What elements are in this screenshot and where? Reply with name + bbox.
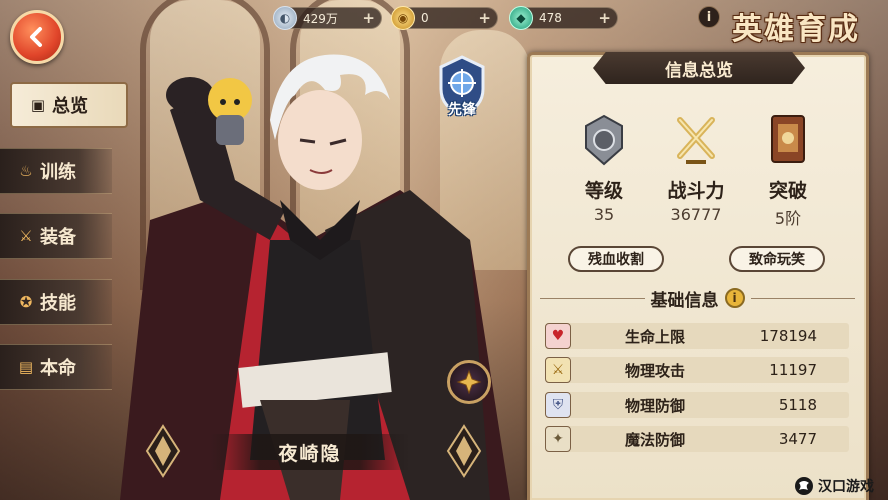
stat-level-value: 35 bbox=[593, 205, 615, 224]
watermark-logo-icon bbox=[795, 477, 813, 495]
nameplate-ornament-left-icon bbox=[145, 424, 181, 478]
base-info-header: 基础信息 i bbox=[540, 285, 855, 311]
tab-skills[interactable]: ✪ 技能 bbox=[0, 279, 112, 325]
stat-level: 等级 35 bbox=[559, 112, 649, 224]
back-button[interactable] bbox=[10, 10, 64, 64]
currency-silver: ◐ 429万 + bbox=[273, 6, 382, 30]
add-silver-button[interactable]: + bbox=[362, 9, 375, 27]
skill-tag-1[interactable]: 残血收割 bbox=[568, 246, 664, 272]
attribute-value: 178194 bbox=[759, 327, 817, 345]
stat-breakthrough: 突破 5阶 bbox=[743, 112, 833, 229]
info-panel-title: 信息总览 bbox=[593, 52, 805, 84]
destiny-emblem-icon[interactable] bbox=[447, 360, 491, 404]
sword-icon: ⚔ bbox=[19, 227, 33, 245]
tab-destiny-label: 本命 bbox=[40, 358, 76, 379]
base-info-help-icon[interactable]: i bbox=[724, 288, 745, 308]
watermark: 汉口游戏 bbox=[794, 472, 888, 500]
attribute-name: 魔法防御 bbox=[625, 430, 686, 449]
hero-class-label: 先锋 bbox=[448, 102, 476, 118]
tab-overview[interactable]: ▣ 总览 bbox=[10, 82, 128, 128]
physical-attack-icon: ⚔ bbox=[545, 357, 571, 383]
attribute-value: 5118 bbox=[778, 396, 817, 414]
stat-breakthrough-value: 5阶 bbox=[774, 209, 802, 228]
watermark-text: 汉口游戏 bbox=[818, 479, 874, 495]
base-info-title: 基础信息 bbox=[650, 290, 719, 311]
crossed-swords-icon bbox=[677, 117, 715, 164]
currency-gold-value: 0 bbox=[421, 11, 429, 25]
overview-icon: ▣ bbox=[30, 96, 46, 114]
star-icon: ✪ bbox=[19, 293, 33, 311]
stat-power-label: 战斗力 bbox=[667, 180, 725, 202]
info-button[interactable]: i bbox=[698, 6, 720, 28]
stat-power: 战斗力 36777 bbox=[651, 112, 741, 224]
divider bbox=[540, 297, 645, 299]
tab-skills-label: 技能 bbox=[40, 293, 76, 314]
tab-equipment-label: 装备 bbox=[40, 227, 76, 248]
flame-icon: ♨ bbox=[19, 162, 33, 180]
attribute-row-physical-attack: ⚔ 物理攻击 11197 bbox=[545, 357, 849, 383]
page-title: 英雄育成 bbox=[732, 12, 860, 47]
gold-coin-icon: ◉ bbox=[391, 6, 415, 30]
attribute-value: 3477 bbox=[778, 430, 817, 448]
skill-tag-2[interactable]: 致命玩笑 bbox=[729, 246, 825, 272]
add-gold-button[interactable]: + bbox=[478, 9, 491, 27]
stat-power-value: 36777 bbox=[670, 205, 722, 224]
currency-gem-value: 478 bbox=[539, 11, 562, 25]
attribute-name: 生命上限 bbox=[625, 327, 686, 346]
tab-training-label: 训练 bbox=[40, 162, 76, 183]
tab-equipment[interactable]: ⚔ 装备 bbox=[0, 213, 112, 259]
currency-silver-value: 429万 bbox=[303, 11, 338, 26]
physical-defense-icon: ⛨ bbox=[545, 392, 571, 418]
stat-level-label: 等级 bbox=[584, 180, 623, 202]
currency-gem: ◆ 478 + bbox=[509, 6, 618, 30]
cross-emblem-icon bbox=[456, 369, 482, 395]
currency-gold: ◉ 0 + bbox=[391, 6, 498, 30]
attribute-row-magic-defense: ✦ 魔法防御 3477 bbox=[545, 426, 849, 452]
silver-coin-icon: ◐ bbox=[273, 6, 297, 30]
tab-overview-label: 总览 bbox=[52, 96, 88, 117]
attribute-value: 11197 bbox=[769, 361, 817, 379]
hero-name: 夜崎隐 bbox=[210, 434, 410, 470]
heart-icon: ♥ bbox=[545, 323, 571, 349]
stat-breakthrough-label: 突破 bbox=[768, 180, 807, 202]
attribute-row-hp: ♥ 生命上限 178194 bbox=[545, 323, 849, 349]
magic-defense-icon: ✦ bbox=[545, 426, 571, 452]
attribute-name: 物理攻击 bbox=[625, 361, 686, 380]
gem-icon: ◆ bbox=[509, 6, 533, 30]
attribute-name: 物理防御 bbox=[625, 396, 686, 415]
tab-destiny[interactable]: ▤ 本命 bbox=[0, 344, 112, 390]
attribute-row-physical-defense: ⛨ 物理防御 5118 bbox=[545, 392, 849, 418]
chevron-left-icon bbox=[30, 27, 42, 47]
divider bbox=[750, 297, 855, 299]
add-gem-button[interactable]: + bbox=[598, 9, 611, 27]
breakthrough-book-icon bbox=[771, 115, 805, 163]
level-badge-icon bbox=[585, 114, 623, 166]
card-icon: ▤ bbox=[18, 358, 34, 376]
tab-training[interactable]: ♨ 训练 bbox=[0, 148, 112, 194]
nameplate-ornament-right-icon bbox=[446, 424, 482, 478]
